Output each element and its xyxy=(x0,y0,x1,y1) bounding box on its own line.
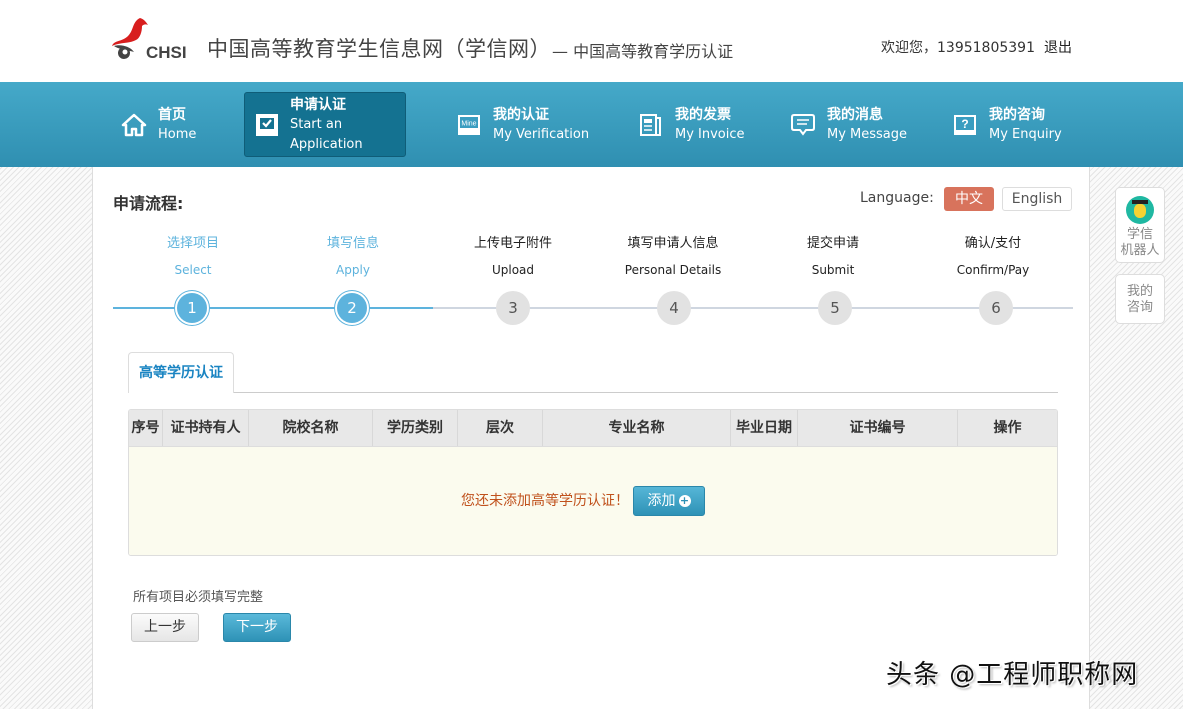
step-label-cn: 上传电子附件 xyxy=(473,236,552,251)
nav-item-my-message[interactable]: 我的消息 My Message xyxy=(779,92,919,157)
step-circle-6: 6 xyxy=(979,291,1013,325)
plus-circle-icon: + xyxy=(678,494,691,507)
svg-text:Mine: Mine xyxy=(461,120,476,127)
column-header: 毕业日期 xyxy=(731,410,798,446)
step-label-en: Upload xyxy=(491,263,535,277)
step-circle-5: 5 xyxy=(818,291,852,325)
nav-item-my-verification[interactable]: Mine 我的认证 My Verification xyxy=(445,92,595,157)
table-body: 您还未添加高等学历认证！ 添加 + xyxy=(129,447,1057,555)
step-circle-2: 2 xyxy=(337,293,367,323)
add-button-label: 添加 xyxy=(647,493,676,509)
main-nav: 首页 Home 申请认证 Start an Application Mine 我… xyxy=(0,82,1183,167)
enquiry-label-line2: 咨询 xyxy=(1126,300,1153,315)
column-header: 序号 xyxy=(129,410,163,446)
tab-higher-education-verification[interactable]: 高等学历认证 xyxy=(128,352,234,393)
column-header: 证书持有人 xyxy=(163,410,249,446)
question-icon: ? xyxy=(951,111,979,139)
nav-item-my-invoice[interactable]: 我的发票 My Invoice xyxy=(627,92,757,157)
step-apply: 填写信息 Apply xyxy=(273,231,433,283)
column-header: 学历类别 xyxy=(373,410,458,446)
mine-icon: Mine xyxy=(455,111,483,139)
step-personal-details: 填写申请人信息 Personal Details xyxy=(593,231,753,283)
top-header: CHSI 中国高等教育学生信息网（学信网） — 中国高等教育学历认证 欢迎您，1… xyxy=(0,0,1183,82)
site-title: 中国高等教育学生信息网（学信网） xyxy=(207,37,551,61)
language-chinese-button[interactable]: 中文 xyxy=(944,187,994,211)
required-note: 所有项目必须填写完整 xyxy=(133,590,264,605)
step-upload: 上传电子附件 Upload xyxy=(433,231,593,283)
step-confirm-pay: 确认/支付 Confirm/Pay xyxy=(913,231,1073,283)
step-label-en: Apply xyxy=(336,263,370,277)
step-submit: 提交申请 Submit xyxy=(753,231,913,283)
logo-text: CHSI xyxy=(146,43,187,60)
nav-label-cn: 申请认证 xyxy=(289,96,346,113)
nav-label-en: My Message xyxy=(827,126,908,142)
message-icon xyxy=(789,111,817,139)
robot-label-line1: 学信 xyxy=(1126,227,1153,242)
step-circle-1: 1 xyxy=(177,293,207,323)
empty-message: 您还未添加高等学历认证！ xyxy=(461,493,629,509)
home-icon xyxy=(120,111,148,139)
enquiry-label-line1: 我的 xyxy=(1126,284,1153,299)
step-circle-4: 4 xyxy=(657,291,691,325)
nav-label-cn: 我的消息 xyxy=(827,106,883,123)
nav-item-start-application[interactable]: 申请认证 Start an Application xyxy=(244,92,406,157)
previous-step-button[interactable]: 上一步 xyxy=(131,613,199,642)
step-label-en: Submit xyxy=(811,263,855,277)
nav-label-en: My Verification xyxy=(493,126,590,142)
step-label-en: Personal Details xyxy=(624,263,722,277)
step-label-cn: 提交申请 xyxy=(806,236,859,251)
checkbox-icon xyxy=(255,111,280,139)
step-label-en: Select xyxy=(174,263,212,277)
language-english-button[interactable]: English xyxy=(1002,187,1072,211)
tab-divider xyxy=(128,392,1058,393)
main-panel: 申请流程: Language: 中文 English 选择项目 Select 填… xyxy=(92,167,1090,709)
progress-line-done xyxy=(113,307,433,309)
column-header: 证书编号 xyxy=(798,410,958,446)
nav-label-en: My Invoice xyxy=(675,126,745,142)
table-header: 序号 证书持有人 院校名称 学历类别 层次 专业名称 毕业日期 证书编号 操作 xyxy=(129,410,1057,447)
nav-label-en: My Enquiry xyxy=(989,126,1062,142)
step-label-cn: 填写申请人信息 xyxy=(627,236,719,251)
chat-robot-button[interactable]: 学信 机器人 xyxy=(1115,187,1165,263)
welcome-text: 欢迎您，13951805391 xyxy=(881,40,1035,56)
step-label-cn: 选择项目 xyxy=(166,236,219,251)
step-label-cn: 填写信息 xyxy=(326,236,379,251)
nav-label-en: Start an Application xyxy=(289,116,363,152)
nav-item-home[interactable]: 首页 Home xyxy=(110,92,220,157)
column-header: 院校名称 xyxy=(249,410,373,446)
nav-item-my-enquiry[interactable]: ? 我的咨询 My Enquiry xyxy=(941,92,1071,157)
my-enquiry-float-button[interactable]: 我的 咨询 xyxy=(1115,274,1165,324)
step-label-cn: 确认/支付 xyxy=(964,236,1022,251)
chsi-logo[interactable]: CHSI xyxy=(110,16,192,60)
nav-label-cn: 我的认证 xyxy=(493,106,549,123)
education-table: 序号 证书持有人 院校名称 学历类别 层次 专业名称 毕业日期 证书编号 操作 … xyxy=(128,409,1058,556)
watermark: 头条 @工程师职称网 xyxy=(886,660,1139,690)
step-label-en: Confirm/Pay xyxy=(956,263,1030,277)
invoice-icon xyxy=(637,111,665,139)
robot-label-line2: 机器人 xyxy=(1120,243,1160,258)
site-subtitle: — 中国高等教育学历认证 xyxy=(552,42,734,61)
nav-label-cn: 首页 xyxy=(158,106,186,123)
robot-avatar-icon xyxy=(1126,196,1154,224)
column-header: 专业名称 xyxy=(543,410,731,446)
nav-label-cn: 我的咨询 xyxy=(989,106,1045,123)
next-step-button[interactable]: 下一步 xyxy=(223,613,291,642)
column-header: 层次 xyxy=(458,410,543,446)
nav-label-cn: 我的发票 xyxy=(675,106,731,123)
logout-link[interactable]: 退出 xyxy=(1044,37,1072,57)
column-header: 操作 xyxy=(993,420,1022,436)
nav-label-en: Home xyxy=(158,126,197,142)
svg-text:?: ? xyxy=(961,117,968,131)
process-title: 申请流程: xyxy=(113,194,184,213)
step-circle-3: 3 xyxy=(496,291,530,325)
add-button[interactable]: 添加 + xyxy=(633,486,705,516)
step-select: 选择项目 Select xyxy=(113,231,273,283)
language-label: Language: xyxy=(860,190,934,206)
